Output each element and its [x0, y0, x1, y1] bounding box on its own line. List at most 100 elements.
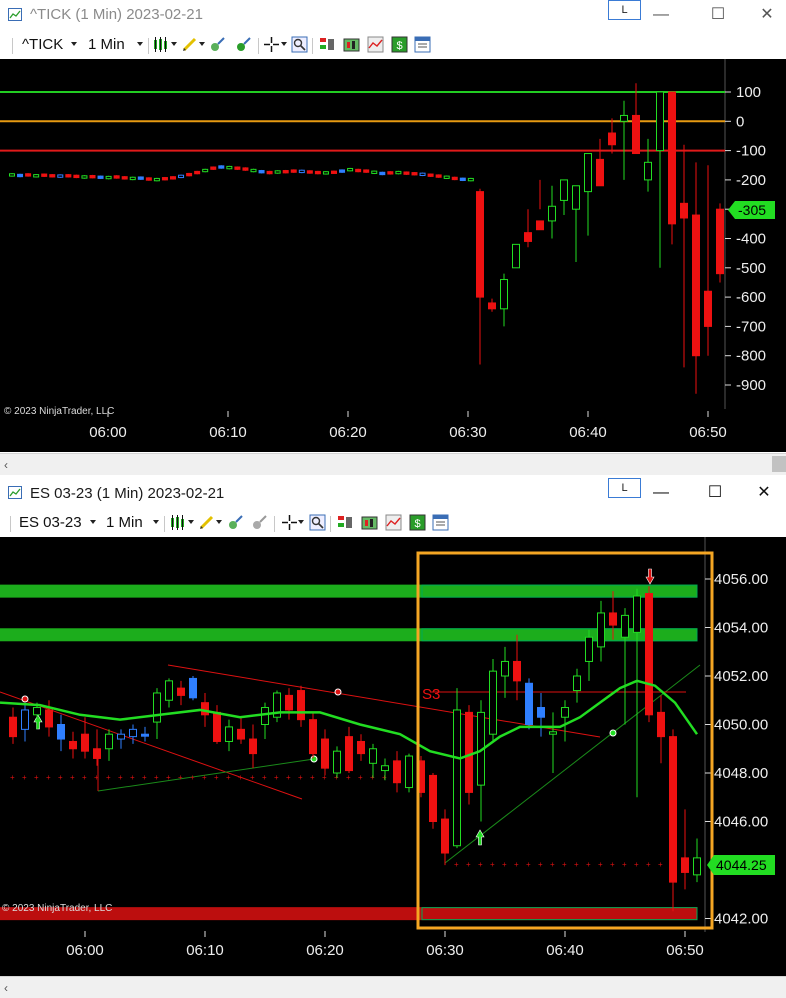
candle-body	[274, 170, 281, 174]
x-tick-label: 06:40	[569, 424, 607, 441]
chevron-down-icon[interactable]	[188, 520, 194, 524]
tick-price-chart[interactable]: 1000-100-200-300-400-500-600-700-800-900…	[0, 59, 786, 452]
indicators-icon[interactable]	[385, 514, 402, 531]
candle-body	[242, 167, 249, 171]
link-button[interactable]: L	[608, 478, 641, 498]
es-chart-panel[interactable]: + + + + + + + + + + + + + + + + + + + + + + + + + + + + + + + + + + + + + + + +…	[0, 537, 786, 977]
scroll-left-icon[interactable]: ‹	[4, 458, 8, 472]
strategies-icon[interactable]	[361, 514, 378, 531]
candle-body	[692, 214, 700, 357]
candle-body	[632, 114, 640, 155]
stop-marker: +	[118, 773, 123, 782]
chart-trader-icon[interactable]	[337, 514, 354, 531]
horizontal-scrollbar[interactable]: ‹	[0, 453, 786, 475]
global-drawing-icon[interactable]	[251, 514, 268, 531]
scroll-left-icon[interactable]: ‹	[4, 981, 8, 995]
x-tick-label: 06:30	[426, 942, 464, 959]
minimize-button[interactable]: —	[649, 4, 673, 26]
candle-body	[105, 733, 113, 750]
drawing-tool-icon[interactable]	[181, 36, 198, 53]
chart-style-icon[interactable]	[169, 514, 186, 531]
properties-icon[interactable]	[414, 36, 431, 53]
candle-body	[459, 177, 466, 181]
es-price-chart[interactable]: + + + + + + + + + + + + + + + + + + + + + + + + + + + + + + + + + + + + + + + +…	[0, 537, 786, 977]
chevron-down-icon[interactable]	[171, 42, 177, 46]
candle-body	[69, 740, 77, 750]
candle-body	[65, 174, 72, 178]
title-bar[interactable]: ES 03-23 (1 Min) 2023-02-21 L — ☐ ✕	[0, 478, 786, 508]
candle-body	[429, 774, 437, 823]
sr-zone	[0, 584, 698, 598]
horizontal-scrollbar[interactable]: ‹	[0, 976, 786, 998]
candle-body	[561, 707, 569, 718]
stop-marker: +	[574, 860, 579, 869]
instrument-selector[interactable]: ^TICK	[22, 36, 63, 53]
toolbar-separator	[274, 516, 275, 532]
chevron-down-icon[interactable]	[199, 42, 205, 46]
tick-chart-panel[interactable]: 1000-100-200-300-400-500-600-700-800-900…	[0, 59, 786, 452]
zoom-icon[interactable]	[309, 514, 326, 531]
close-button[interactable]: ✕	[755, 4, 779, 26]
stop-marker: +	[598, 860, 603, 869]
candle-body	[297, 690, 305, 721]
candle-body	[161, 177, 168, 181]
chevron-down-icon[interactable]	[137, 42, 143, 46]
candle-body	[500, 279, 508, 310]
chevron-down-icon[interactable]	[71, 42, 77, 46]
dollar-icon[interactable]: $	[391, 36, 408, 53]
chevron-down-icon[interactable]	[298, 520, 304, 524]
global-drawing-icon[interactable]	[235, 36, 252, 53]
candle-body	[435, 174, 442, 178]
stop-marker: +	[10, 773, 15, 782]
interval-selector[interactable]: 1 Min	[88, 36, 125, 53]
maximize-button[interactable]: ☐	[706, 4, 730, 26]
candle-body	[379, 171, 386, 176]
instrument-selector[interactable]: ES 03-23	[19, 514, 82, 531]
chart-style-icon[interactable]	[152, 36, 169, 53]
x-tick-label: 06:50	[689, 424, 727, 441]
dollar-icon[interactable]: $	[409, 514, 426, 531]
title-bar[interactable]: ^TICK (1 Min) 2023-02-21 L — ☐ ✕	[0, 0, 786, 30]
stop-marker: +	[490, 860, 495, 869]
minimize-button[interactable]: —	[649, 482, 673, 504]
candle-body	[25, 173, 32, 177]
chevron-down-icon[interactable]	[281, 42, 287, 46]
scroll-thumb[interactable]	[772, 456, 786, 472]
crosshair-icon[interactable]	[263, 36, 280, 53]
candle-body	[9, 716, 17, 738]
link-button[interactable]: L	[608, 0, 641, 20]
tick-chart-window: ^TICK (1 Min) 2023-02-21 L — ☐ ✕ ^TICK 1…	[0, 0, 786, 477]
candle-body	[536, 220, 544, 231]
s3-label: S3	[422, 686, 440, 703]
x-tick-label: 06:20	[306, 942, 344, 959]
interval-selector[interactable]: 1 Min	[106, 514, 143, 531]
candle-body	[656, 91, 664, 152]
chevron-down-icon[interactable]	[90, 520, 96, 524]
candle-body	[704, 290, 712, 327]
chevron-down-icon[interactable]	[153, 520, 159, 524]
chart-trader-icon[interactable]	[319, 36, 336, 53]
close-button[interactable]: ✕	[752, 482, 776, 504]
strategies-icon[interactable]	[343, 36, 360, 53]
candle-body	[141, 733, 149, 737]
snap-mode-icon[interactable]	[209, 36, 226, 53]
snap-mode-icon[interactable]	[227, 514, 244, 531]
properties-icon[interactable]	[432, 514, 449, 531]
indicators-icon[interactable]	[367, 36, 384, 53]
candle-body	[572, 185, 580, 210]
candle-body	[693, 857, 701, 876]
swing-point	[609, 729, 617, 737]
chevron-down-icon[interactable]	[216, 520, 222, 524]
candle-body	[608, 132, 616, 146]
candle-body	[369, 748, 377, 764]
crosshair-icon[interactable]	[281, 514, 298, 531]
candle-body	[560, 179, 568, 201]
zoom-icon[interactable]	[291, 36, 308, 53]
candle-body	[234, 166, 241, 170]
candle-body	[298, 169, 305, 174]
stop-marker: +	[226, 773, 231, 782]
maximize-button[interactable]: ☐	[703, 482, 727, 504]
candle-body	[537, 707, 545, 718]
candle-body	[226, 165, 233, 170]
drawing-tool-icon[interactable]	[198, 514, 215, 531]
